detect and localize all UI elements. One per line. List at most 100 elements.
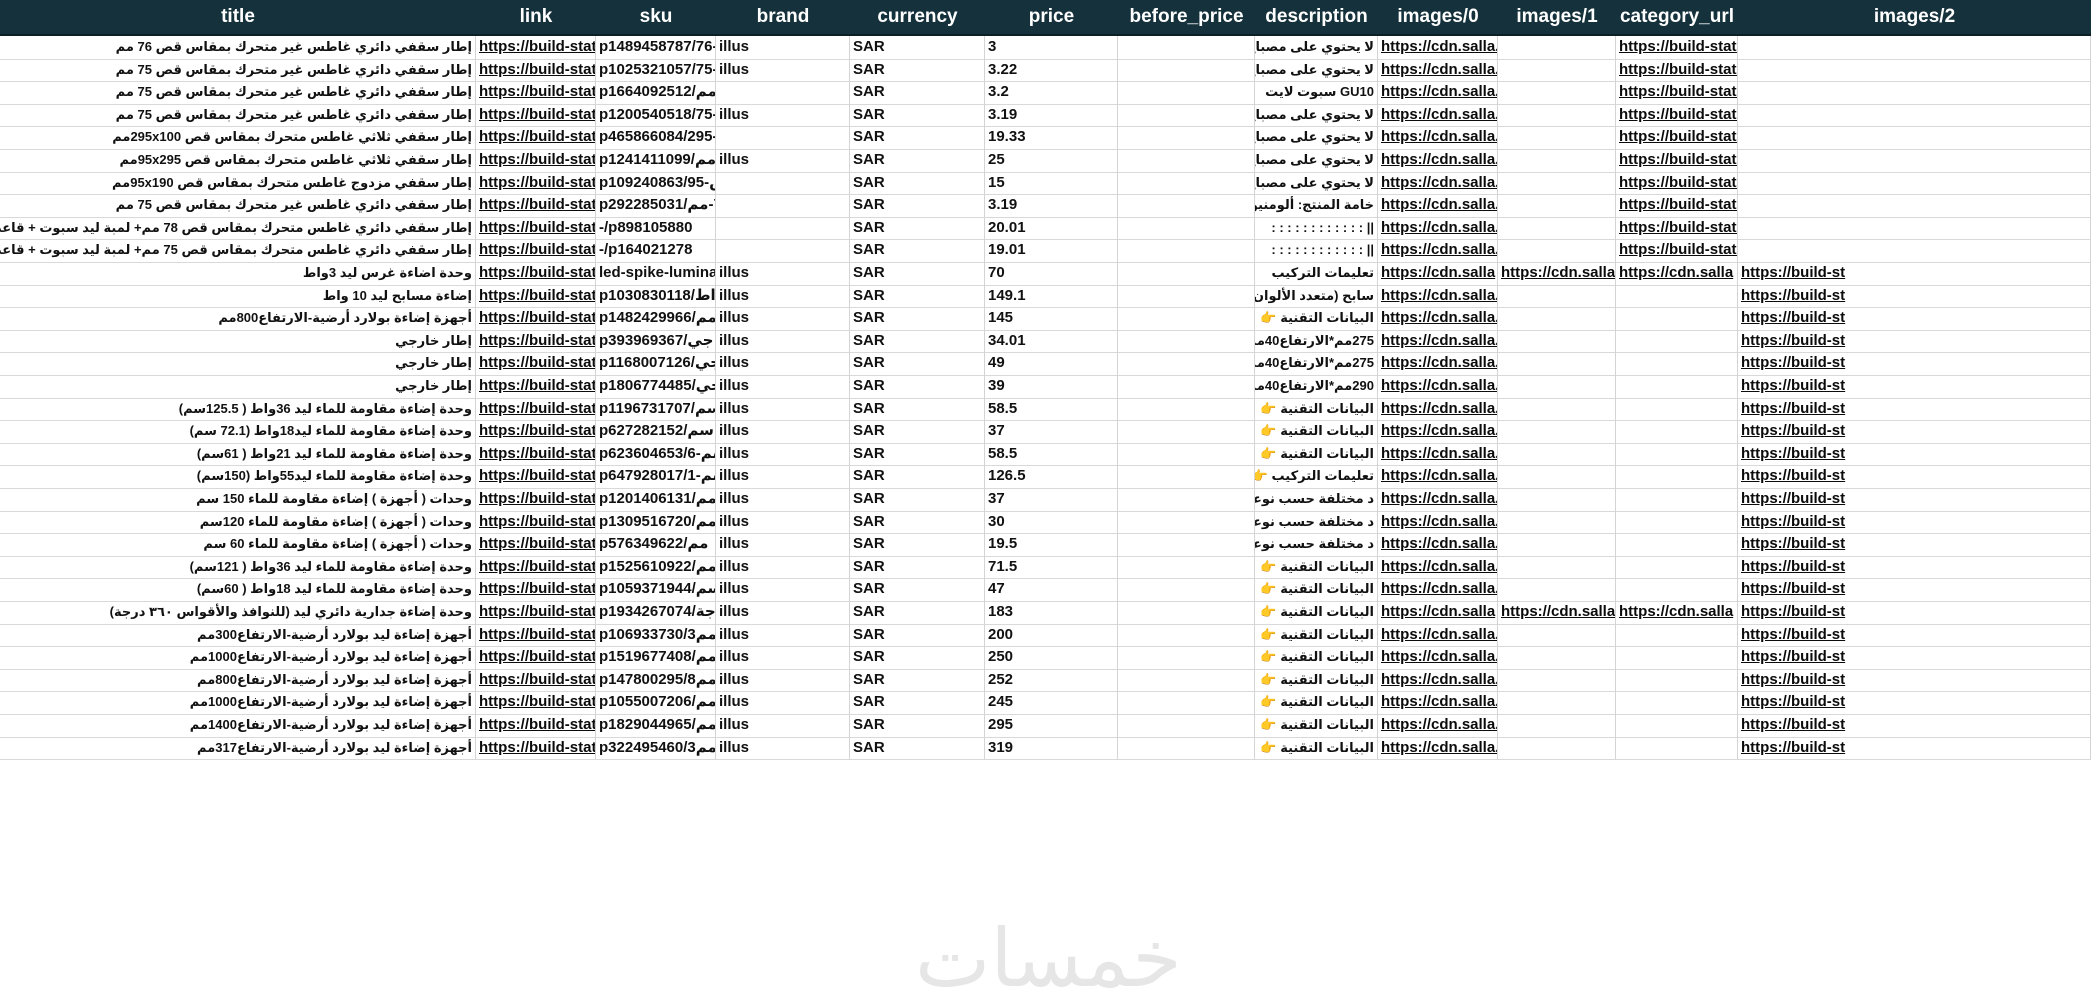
table-row[interactable]: أجهزة إضاءة ليد بولارد أرضية-الارتفاع140…	[0, 714, 2091, 738]
cell-description[interactable]: البيانات التقنية 👉	[1255, 307, 1378, 330]
cell-description[interactable]: لا يحتوي على مصباح.	[1255, 126, 1378, 149]
cell-images-0[interactable]: https://cdn.salla.sa/zKxdl/6b9900d8-007f…	[1378, 375, 1498, 398]
cell-description[interactable]: 275مم*الارتفاع40مم	[1255, 352, 1378, 375]
cell-images-0[interactable]: https://cdn.salla	[1378, 262, 1498, 285]
cell-currency[interactable]: SAR	[850, 307, 985, 330]
table-row[interactable]: إطار سقفي دائري غاطس غير متحرك بمقاس قص …	[0, 194, 2091, 218]
cell-description[interactable]: البيانات التقنية 👉	[1255, 601, 1378, 624]
cell-description[interactable]: خامة المنتج: ألومنيوم	[1255, 194, 1378, 217]
cell-price[interactable]: 15	[985, 171, 1118, 195]
cell-description[interactable]: البيانات التقنية 👉	[1255, 555, 1378, 579]
cell-category_url[interactable]	[1616, 578, 1738, 601]
cell-images-0[interactable]: https://cdn.salla	[1378, 601, 1498, 624]
cell-brand[interactable]	[716, 194, 850, 217]
cell-sku[interactable]: p1664092512/متحرك-بمقاس-قص-75-مم	[596, 81, 716, 104]
cell-images-1[interactable]: https://cdn.salla	[1498, 262, 1616, 285]
cell-images-1[interactable]	[1498, 352, 1616, 375]
column-header-images-0[interactable]: images/0	[1378, 0, 1498, 34]
cell-images-0[interactable]: https://cdn.salla.sa/zKxdl/1206be13-e5d6…	[1378, 578, 1498, 601]
cell-sku[interactable]: p1519677408/مم	[596, 646, 716, 669]
cell-images-1[interactable]	[1498, 307, 1616, 330]
table-row[interactable]: أجهزة إضاءة ليد بولارد أرضية-الارتفاع317…	[0, 736, 2091, 761]
table-row[interactable]: إضاءة مسابح ليد 10 واط https://build-stat…	[0, 284, 2091, 309]
table-row[interactable]: أجهزة إضاءة بولارد أرضية-الارتفاع800مم ht…	[0, 307, 2091, 331]
table-row[interactable]: إطار خارجيhttps://build-station.com/ar/p…	[0, 329, 2091, 354]
cell-images-1[interactable]	[1498, 420, 1616, 443]
cell-before_price[interactable]	[1118, 623, 1255, 647]
cell-sku[interactable]: p623604653/سم-6	[596, 442, 716, 466]
cell-brand[interactable]: illus	[716, 510, 850, 534]
cell-before_price[interactable]	[1118, 691, 1255, 714]
cell-title[interactable]: أجهزة إضاءة ليد بولارد أرضية-الارتفاع317…	[0, 736, 476, 760]
cell-brand[interactable]: illus	[716, 262, 850, 285]
table-row[interactable]: وحدات ( أجهزة ) إضاءة مقاومة للماء 120سم…	[0, 510, 2091, 535]
cell-title[interactable]: وحدات ( أجهزة ) إضاءة مقاومة للماء 120سم	[0, 510, 476, 534]
cell-images-0[interactable]: https://cdn.salla.sa/zKxdl/b04c2a26-fdeb…	[1378, 646, 1498, 669]
cell-images-1[interactable]	[1498, 284, 1616, 308]
table-row[interactable]: أجهزة إضاءة ليد بولارد أرضية-الارتفاع300…	[0, 623, 2091, 648]
cell-brand[interactable]: illus	[716, 149, 850, 172]
cell-description[interactable]: تعليمات التركيب 👉	[1255, 465, 1378, 488]
cell-description[interactable]: البيانات التقنية 👉	[1255, 714, 1378, 737]
cell-sku[interactable]: p322495460/مم3	[596, 736, 716, 760]
cell-brand[interactable]: illus	[716, 284, 850, 308]
column-header-before_price[interactable]: before_price	[1118, 0, 1255, 34]
cell-category_url[interactable]: https://build-station.com/ar/Recessed-Ce…	[1616, 171, 1738, 195]
cell-images-1[interactable]	[1498, 103, 1616, 127]
cell-images-2[interactable]: https://build-st	[1738, 307, 2091, 330]
cell-images-0[interactable]: https://cdn.salla.sa/zKxdl/1898c3b0-68d6…	[1378, 442, 1498, 466]
cell-images-2[interactable]: https://build-st	[1738, 668, 2091, 692]
cell-images-1[interactable]	[1498, 397, 1616, 421]
cell-images-0[interactable]: https://cdn.salla.sa/zKxdl	[1378, 194, 1498, 217]
cell-sku[interactable]: p1309516720/مم	[596, 510, 716, 534]
cell-brand[interactable]: illus	[716, 420, 850, 443]
cell-before_price[interactable]	[1118, 714, 1255, 737]
cell-sku[interactable]: p1241411099/مم	[596, 149, 716, 172]
cell-link[interactable]: https://build-station.com/ar/p1055007206	[476, 691, 596, 714]
cell-images-2[interactable]	[1738, 126, 2091, 149]
cell-price[interactable]: 250	[985, 646, 1118, 669]
cell-brand[interactable]: illus	[716, 623, 850, 647]
cell-price[interactable]: 34.01	[985, 329, 1118, 353]
table-row[interactable]: وحدة اضاءة غرس ليد 3واط https://build-sta…	[0, 262, 2091, 286]
cell-images-1[interactable]	[1498, 375, 1616, 398]
column-header-price[interactable]: price	[985, 0, 1118, 34]
table-row[interactable]: وحدة إضاءة مقاومة للماء ليد55واط (150سم)…	[0, 465, 2091, 489]
cell-category_url[interactable]: https://build-station.com/ar/Recessed-Ce…	[1616, 126, 1738, 149]
cell-images-2[interactable]	[1738, 36, 2091, 59]
cell-link[interactable]: https://build-station.com/ar/p322495460	[476, 736, 596, 760]
cell-sku[interactable]: p1025321057/مم-75	[596, 58, 716, 82]
cell-currency[interactable]: SAR	[850, 488, 985, 511]
table-row[interactable]: أجهزة إضاءة ليد بولارد أرضية-الارتفاع100…	[0, 691, 2091, 715]
cell-title[interactable]: أجهزة إضاءة ليد بولارد أرضية-الارتفاع140…	[0, 714, 476, 737]
cell-before_price[interactable]	[1118, 442, 1255, 466]
cell-description[interactable]: لا يحتوي على مصباح.	[1255, 58, 1378, 82]
cell-currency[interactable]: SAR	[850, 352, 985, 375]
cell-category_url[interactable]	[1616, 668, 1738, 692]
cell-brand[interactable]	[716, 239, 850, 262]
cell-title[interactable]: أجهزة إضاءة ليد بولارد أرضية-الارتفاع300…	[0, 623, 476, 647]
cell-images-1[interactable]	[1498, 126, 1616, 149]
cell-images-1[interactable]	[1498, 329, 1616, 353]
cell-brand[interactable]: illus	[716, 329, 850, 353]
cell-images-1[interactable]	[1498, 81, 1616, 104]
cell-before_price[interactable]	[1118, 81, 1255, 104]
cell-category_url[interactable]: https://build-station.com/ar/Recessed-Ce…	[1616, 103, 1738, 127]
cell-description[interactable]: البيانات التقنية 👉	[1255, 646, 1378, 669]
cell-title[interactable]: إطار سقفي دائري غاطس غير متحرك بمقاس قص …	[0, 58, 476, 82]
cell-images-2[interactable]	[1738, 171, 2091, 195]
cell-before_price[interactable]	[1118, 533, 1255, 556]
cell-link[interactable]: https://build-station.com/ar/p1241411099	[476, 149, 596, 172]
cell-images-0[interactable]: https://cdn.salla.sa/zKxdl/60bf2b9d-827d…	[1378, 555, 1498, 579]
cell-before_price[interactable]	[1118, 216, 1255, 240]
cell-sku[interactable]: -/p164021278	[596, 239, 716, 262]
cell-before_price[interactable]	[1118, 126, 1255, 149]
cell-description[interactable]: د مختلفة حسب نوعها	[1255, 510, 1378, 534]
table-row[interactable]: وحدات ( أجهزة ) إضاءة مقاومة للماء 60 سم…	[0, 533, 2091, 557]
column-header-link[interactable]: link	[476, 0, 596, 34]
cell-images-1[interactable]	[1498, 442, 1616, 466]
cell-category_url[interactable]: https://build-station.com/ar/Recessed-Ce…	[1616, 81, 1738, 104]
cell-images-0[interactable]: https://cdn.salla.sa/zKxdl/a65e856a-cc91…	[1378, 420, 1498, 443]
cell-images-0[interactable]: https://cdn.salla.sa/zKxdl/4df7dad0-f831…	[1378, 329, 1498, 353]
cell-category_url[interactable]	[1616, 691, 1738, 714]
